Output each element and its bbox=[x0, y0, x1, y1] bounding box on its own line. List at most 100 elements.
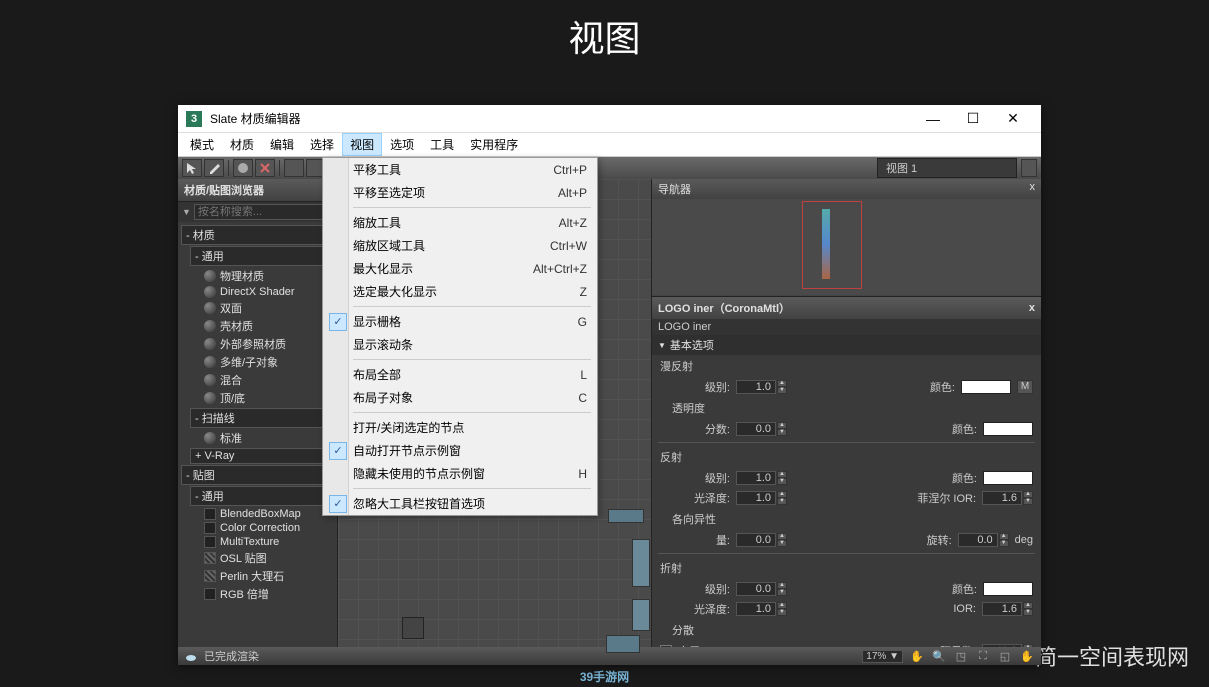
zoom-region-tool[interactable]: ◳ bbox=[953, 649, 969, 663]
tree-scanline[interactable]: - 扫描线 bbox=[190, 408, 334, 428]
reflect-level-spinner[interactable]: 1.0▲▼ bbox=[736, 471, 787, 485]
menu-模式[interactable]: 模式 bbox=[182, 133, 222, 156]
view-dropdown-arrow[interactable] bbox=[1021, 159, 1037, 177]
tree-item-BlendedBoxMap[interactable]: BlendedBoxMap bbox=[178, 507, 337, 521]
tree-item-外部参照材质[interactable]: 外部参照材质 bbox=[178, 335, 337, 353]
reflect-gloss-spinner[interactable]: 1.0▲▼ bbox=[736, 491, 787, 505]
tool-cursor[interactable] bbox=[182, 159, 202, 177]
tree-vray[interactable]: + V-Ray bbox=[190, 448, 334, 464]
zoom-selected-tool[interactable]: ◱ bbox=[997, 649, 1013, 663]
tree-item-RGB 倍增[interactable]: RGB 倍增 bbox=[178, 585, 337, 603]
tree-item-Color Correction[interactable]: Color Correction bbox=[178, 521, 337, 535]
tree-item-混合[interactable]: 混合 bbox=[178, 371, 337, 389]
tool-pick[interactable] bbox=[204, 159, 224, 177]
props-close[interactable]: x bbox=[1029, 302, 1035, 314]
menu-item-平移工具[interactable]: 平移工具Ctrl+P bbox=[323, 158, 597, 181]
enable-checkbox[interactable] bbox=[660, 645, 672, 647]
zoom-selector[interactable]: 17% ▼ bbox=[862, 650, 903, 663]
tree-materials[interactable]: - 材质 bbox=[181, 225, 334, 245]
menu-视图[interactable]: 视图 bbox=[342, 133, 382, 156]
fresnel-ior-spinner[interactable]: 1.6▲▼ bbox=[982, 491, 1033, 505]
tool-assign[interactable] bbox=[233, 159, 253, 177]
view-selector[interactable]: 视图 1 bbox=[877, 158, 1017, 178]
rotation-label: 旋转: bbox=[882, 532, 952, 548]
menu-item-忽略大工具栏按钮首选项[interactable]: ✓忽略大工具栏按钮首选项 bbox=[323, 492, 597, 515]
refract-color-swatch[interactable] bbox=[983, 582, 1033, 596]
graph-node[interactable] bbox=[606, 635, 640, 653]
menu-separator bbox=[353, 412, 591, 413]
zoom-extents-tool[interactable]: ⛶ bbox=[975, 649, 991, 663]
map-button[interactable]: M bbox=[1017, 380, 1033, 394]
menu-item-平移至选定项[interactable]: 平移至选定项Alt+P bbox=[323, 181, 597, 204]
diffuse-label: 漫反射 bbox=[652, 355, 1041, 377]
shortcut-label: Alt+Ctrl+Z bbox=[533, 262, 587, 276]
tree-item-双面[interactable]: 双面 bbox=[178, 299, 337, 317]
menu-选择[interactable]: 选择 bbox=[302, 133, 342, 156]
menu-item-布局全部[interactable]: 布局全部L bbox=[323, 363, 597, 386]
material-ball-icon bbox=[204, 392, 216, 404]
navigator-close[interactable]: x bbox=[1030, 181, 1036, 197]
menu-材质[interactable]: 材质 bbox=[222, 133, 262, 156]
navigator-viewport-rect[interactable] bbox=[802, 201, 862, 289]
menu-工具[interactable]: 工具 bbox=[422, 133, 462, 156]
tree-item-多维/子对象[interactable]: 多维/子对象 bbox=[178, 353, 337, 371]
diffuse-level-spinner[interactable]: 1.0▲▼ bbox=[736, 380, 787, 394]
tree-maps-general[interactable]: - 通用 bbox=[190, 486, 334, 506]
tree-item-MultiTexture[interactable]: MultiTexture bbox=[178, 535, 337, 549]
page-title: 视图 bbox=[0, 0, 1209, 62]
minimize-button[interactable]: — bbox=[913, 107, 953, 131]
menu-item-布局子对象[interactable]: 布局子对象C bbox=[323, 386, 597, 409]
menu-item-自动打开节点示例窗[interactable]: ✓自动打开节点示例窗 bbox=[323, 439, 597, 462]
pan-tool[interactable]: ✋ bbox=[909, 649, 925, 663]
menu-选项[interactable]: 选项 bbox=[382, 133, 422, 156]
rollout-header[interactable]: ▼ 基本选项 bbox=[652, 335, 1041, 355]
right-panel: 导航器 x LOGO iner（CoronaMtl） x LOGO iner ▼… bbox=[651, 179, 1041, 647]
reflect-color-swatch[interactable] bbox=[983, 471, 1033, 485]
graph-node[interactable] bbox=[632, 599, 650, 631]
maximize-button[interactable]: ☐ bbox=[953, 107, 993, 131]
graph-node[interactable] bbox=[632, 539, 650, 587]
tree-item-壳材质[interactable]: 壳材质 bbox=[178, 317, 337, 335]
tree-general[interactable]: - 通用 bbox=[190, 246, 334, 266]
menu-编辑[interactable]: 编辑 bbox=[262, 133, 302, 156]
tree-item-OSL 贴图[interactable]: OSL 贴图 bbox=[178, 549, 337, 567]
abbe-spinner[interactable]: 40.0▲▼ bbox=[982, 644, 1033, 647]
pan-selected-tool[interactable]: ✋ bbox=[1019, 649, 1035, 663]
tree-item-物理材质[interactable]: 物理材质 bbox=[178, 267, 337, 285]
refract-gloss-spinner[interactable]: 1.0▲▼ bbox=[736, 602, 787, 616]
graph-tool[interactable] bbox=[402, 617, 424, 639]
tree-item-标准[interactable]: 标准 bbox=[178, 429, 337, 447]
menu-separator bbox=[353, 207, 591, 208]
tree-item-顶/底[interactable]: 顶/底 bbox=[178, 389, 337, 407]
opacity-color-swatch[interactable] bbox=[983, 422, 1033, 436]
menu-item-打开/关闭选定的节点[interactable]: 打开/关闭选定的节点 bbox=[323, 416, 597, 439]
material-ball-icon bbox=[204, 432, 216, 444]
refract-ior-spinner[interactable]: 1.6▲▼ bbox=[982, 602, 1033, 616]
navigator-title: 导航器 bbox=[658, 181, 691, 197]
zoom-tool[interactable]: 🔍 bbox=[931, 649, 947, 663]
menu-item-选定最大化显示[interactable]: 选定最大化显示Z bbox=[323, 280, 597, 303]
menu-item-最大化显示[interactable]: 最大化显示Alt+Ctrl+Z bbox=[323, 257, 597, 280]
graph-node[interactable] bbox=[608, 509, 644, 523]
tree-item-DirectX Shader[interactable]: DirectX Shader bbox=[178, 285, 337, 299]
menu-item-缩放区域工具[interactable]: 缩放区域工具Ctrl+W bbox=[323, 234, 597, 257]
tree-maps[interactable]: - 贴图 bbox=[181, 465, 334, 485]
navigator-view[interactable] bbox=[652, 199, 1041, 295]
shortcut-label: Ctrl+P bbox=[553, 163, 587, 177]
menu-item-缩放工具[interactable]: 缩放工具Alt+Z bbox=[323, 211, 597, 234]
menu-item-显示栅格[interactable]: ✓显示栅格G bbox=[323, 310, 597, 333]
tree-item-Perlin 大理石[interactable]: Perlin 大理石 bbox=[178, 567, 337, 585]
material-ball-icon bbox=[204, 270, 216, 282]
aniso-amount-spinner[interactable]: 0.0▲▼ bbox=[736, 533, 787, 547]
refract-level-spinner[interactable]: 0.0▲▼ bbox=[736, 582, 787, 596]
menu-item-显示滚动条[interactable]: 显示滚动条 bbox=[323, 333, 597, 356]
tool-delete[interactable] bbox=[255, 159, 275, 177]
aniso-rot-spinner[interactable]: 0.0▲▼ bbox=[958, 533, 1009, 547]
tool-move[interactable] bbox=[284, 159, 304, 177]
search-expand-icon[interactable]: ▼ bbox=[182, 207, 191, 217]
diffuse-color-swatch[interactable] bbox=[961, 380, 1011, 394]
close-button[interactable]: ✕ bbox=[993, 107, 1033, 131]
menu-item-隐藏未使用的节点示例窗[interactable]: 隐藏未使用的节点示例窗H bbox=[323, 462, 597, 485]
menu-实用程序[interactable]: 实用程序 bbox=[462, 133, 526, 156]
opacity-spinner[interactable]: 0.0▲▼ bbox=[736, 422, 787, 436]
